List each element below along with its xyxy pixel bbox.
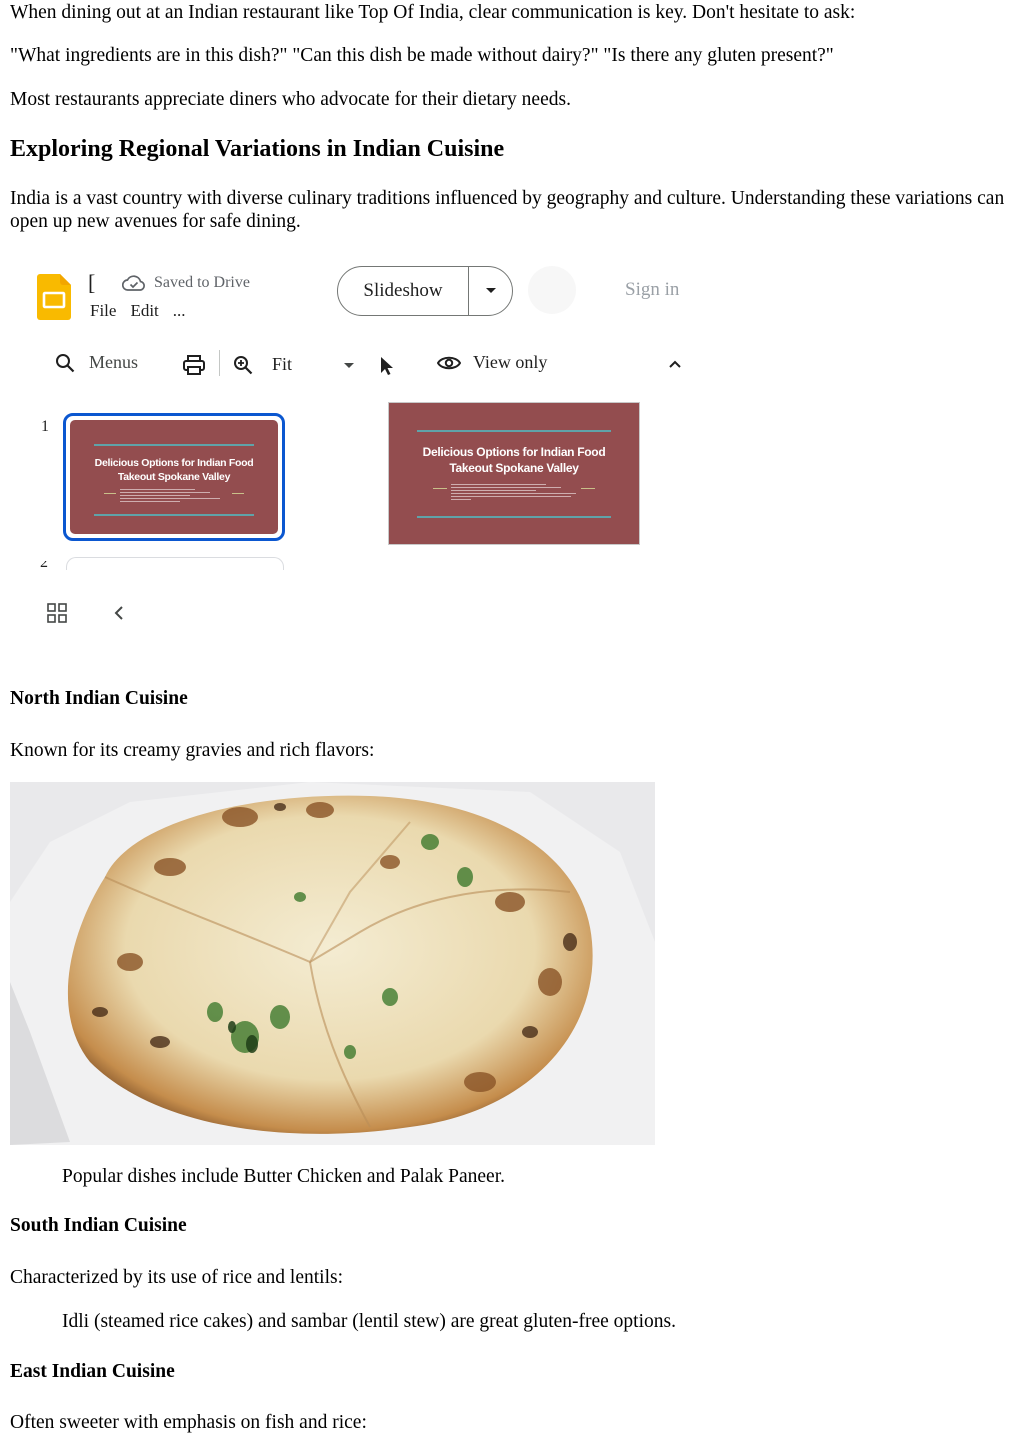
slideshow-button[interactable]: Slideshow (338, 280, 468, 302)
cloud-check-icon (122, 275, 145, 291)
slide-accent-line-top (417, 430, 611, 432)
thumbnail-slide-title-line1: Delicious Options for Indian Food (94, 457, 254, 469)
fine-text-line (120, 492, 210, 493)
south-paragraph: Characterized by its use of rice and len… (10, 1267, 344, 1288)
south-dishes: Idli (steamed rice cakes) and sambar (le… (62, 1311, 676, 1332)
fine-text-line (451, 496, 571, 497)
fine-text-line (451, 493, 576, 494)
menu-file[interactable]: File (90, 301, 116, 321)
fine-text-line (451, 490, 536, 491)
zoom-value: Fit (272, 354, 293, 374)
east-paragraph: Often sweeter with emphasis on fish and … (10, 1412, 367, 1433)
thumbnail-slide-title-line2: Takeout Spokane Valley (117, 471, 231, 483)
slideshow-button-group: Slideshow (337, 266, 513, 316)
next-thumbnail-number: 2 (40, 561, 50, 567)
sign-in-button[interactable]: Sign in (625, 279, 679, 301)
menus-label: Menus (89, 352, 138, 372)
main-slide[interactable]: Delicious Options for Indian Food Takeou… (388, 402, 640, 545)
fine-text-line (120, 501, 180, 502)
north-dishes: Popular dishes include Butter Chicken an… (62, 1166, 505, 1187)
slide-accent-line-bottom (94, 514, 254, 516)
zoom-select[interactable]: Fit (272, 354, 292, 375)
eye-icon (437, 356, 461, 369)
saved-status: Saved to Drive (122, 274, 250, 292)
main-slide-title-line2: Takeout Spokane Valley (449, 461, 579, 475)
fine-text-line (451, 484, 546, 485)
main-slide-title-line1: Delicious Options for Indian Food (422, 445, 606, 459)
intro-paragraph: When dining out at an Indian restaurant … (10, 2, 856, 23)
pointer-icon[interactable] (378, 355, 396, 377)
fine-text-line (451, 487, 561, 488)
slide-accent-line-bottom (417, 516, 611, 518)
thumbnail-number: 1 (41, 418, 49, 435)
view-mode-button[interactable]: View only (437, 352, 547, 373)
search-icon (56, 353, 75, 372)
north-heading: North Indian Cuisine (10, 688, 188, 709)
main-slide-title: Delicious Options for Indian Food Takeou… (389, 444, 639, 476)
slide-side-rule-right (232, 493, 244, 494)
view-mode-label: View only (473, 352, 548, 372)
thumbnail-slide-title: Delicious Options for Indian Food Takeou… (70, 456, 278, 484)
menu-more[interactable]: ... (173, 301, 186, 321)
chevron-up-icon[interactable] (668, 359, 682, 369)
slide-side-rule-right (581, 488, 595, 489)
toolbar-separator (219, 350, 220, 376)
questions-paragraph: "What ingredients are in this dish?" "Ca… (10, 45, 834, 66)
dropdown-arrow-icon[interactable] (343, 362, 355, 370)
regional-heading: Exploring Regional Variations in Indian … (10, 136, 505, 162)
menus-search-button[interactable]: Menus (55, 352, 138, 373)
south-heading: South Indian Cuisine (10, 1215, 187, 1236)
menu-edit[interactable]: Edit (130, 301, 158, 321)
slide-thumbnail-2[interactable] (66, 557, 284, 570)
slide-side-rule-left (433, 488, 447, 489)
grid-view-icon[interactable] (47, 603, 67, 623)
slide-thumbnail-1[interactable]: Delicious Options for Indian Food Takeou… (63, 413, 285, 541)
document-title[interactable]: [ (88, 270, 95, 296)
avatar (528, 266, 576, 314)
regional-paragraph: India is a vast country with diverse cul… (10, 188, 1005, 232)
east-heading: East Indian Cuisine (10, 1361, 175, 1382)
zoom-in-icon[interactable] (233, 355, 253, 375)
fine-text-line (451, 499, 471, 500)
fine-text-line (120, 498, 220, 499)
fine-text-line (120, 495, 190, 496)
slide-accent-line-top (94, 444, 254, 446)
saved-status-text: Saved to Drive (154, 274, 250, 291)
chevron-left-icon[interactable] (113, 605, 125, 621)
dropdown-arrow-icon (485, 288, 496, 293)
fine-text-line (120, 489, 195, 490)
thumbnail-slide-content: Delicious Options for Indian Food Takeou… (70, 420, 278, 534)
north-paragraph: Known for its creamy gravies and rich fl… (10, 740, 375, 761)
naan-photo (10, 782, 655, 1145)
menu-bar: File Edit ... (90, 301, 186, 321)
slides-logo-icon[interactable] (37, 274, 71, 320)
slide-side-rule-left (104, 493, 116, 494)
advocate-paragraph: Most restaurants appreciate diners who a… (10, 89, 571, 110)
print-icon[interactable] (182, 354, 206, 376)
slideshow-options-button[interactable] (469, 287, 512, 295)
